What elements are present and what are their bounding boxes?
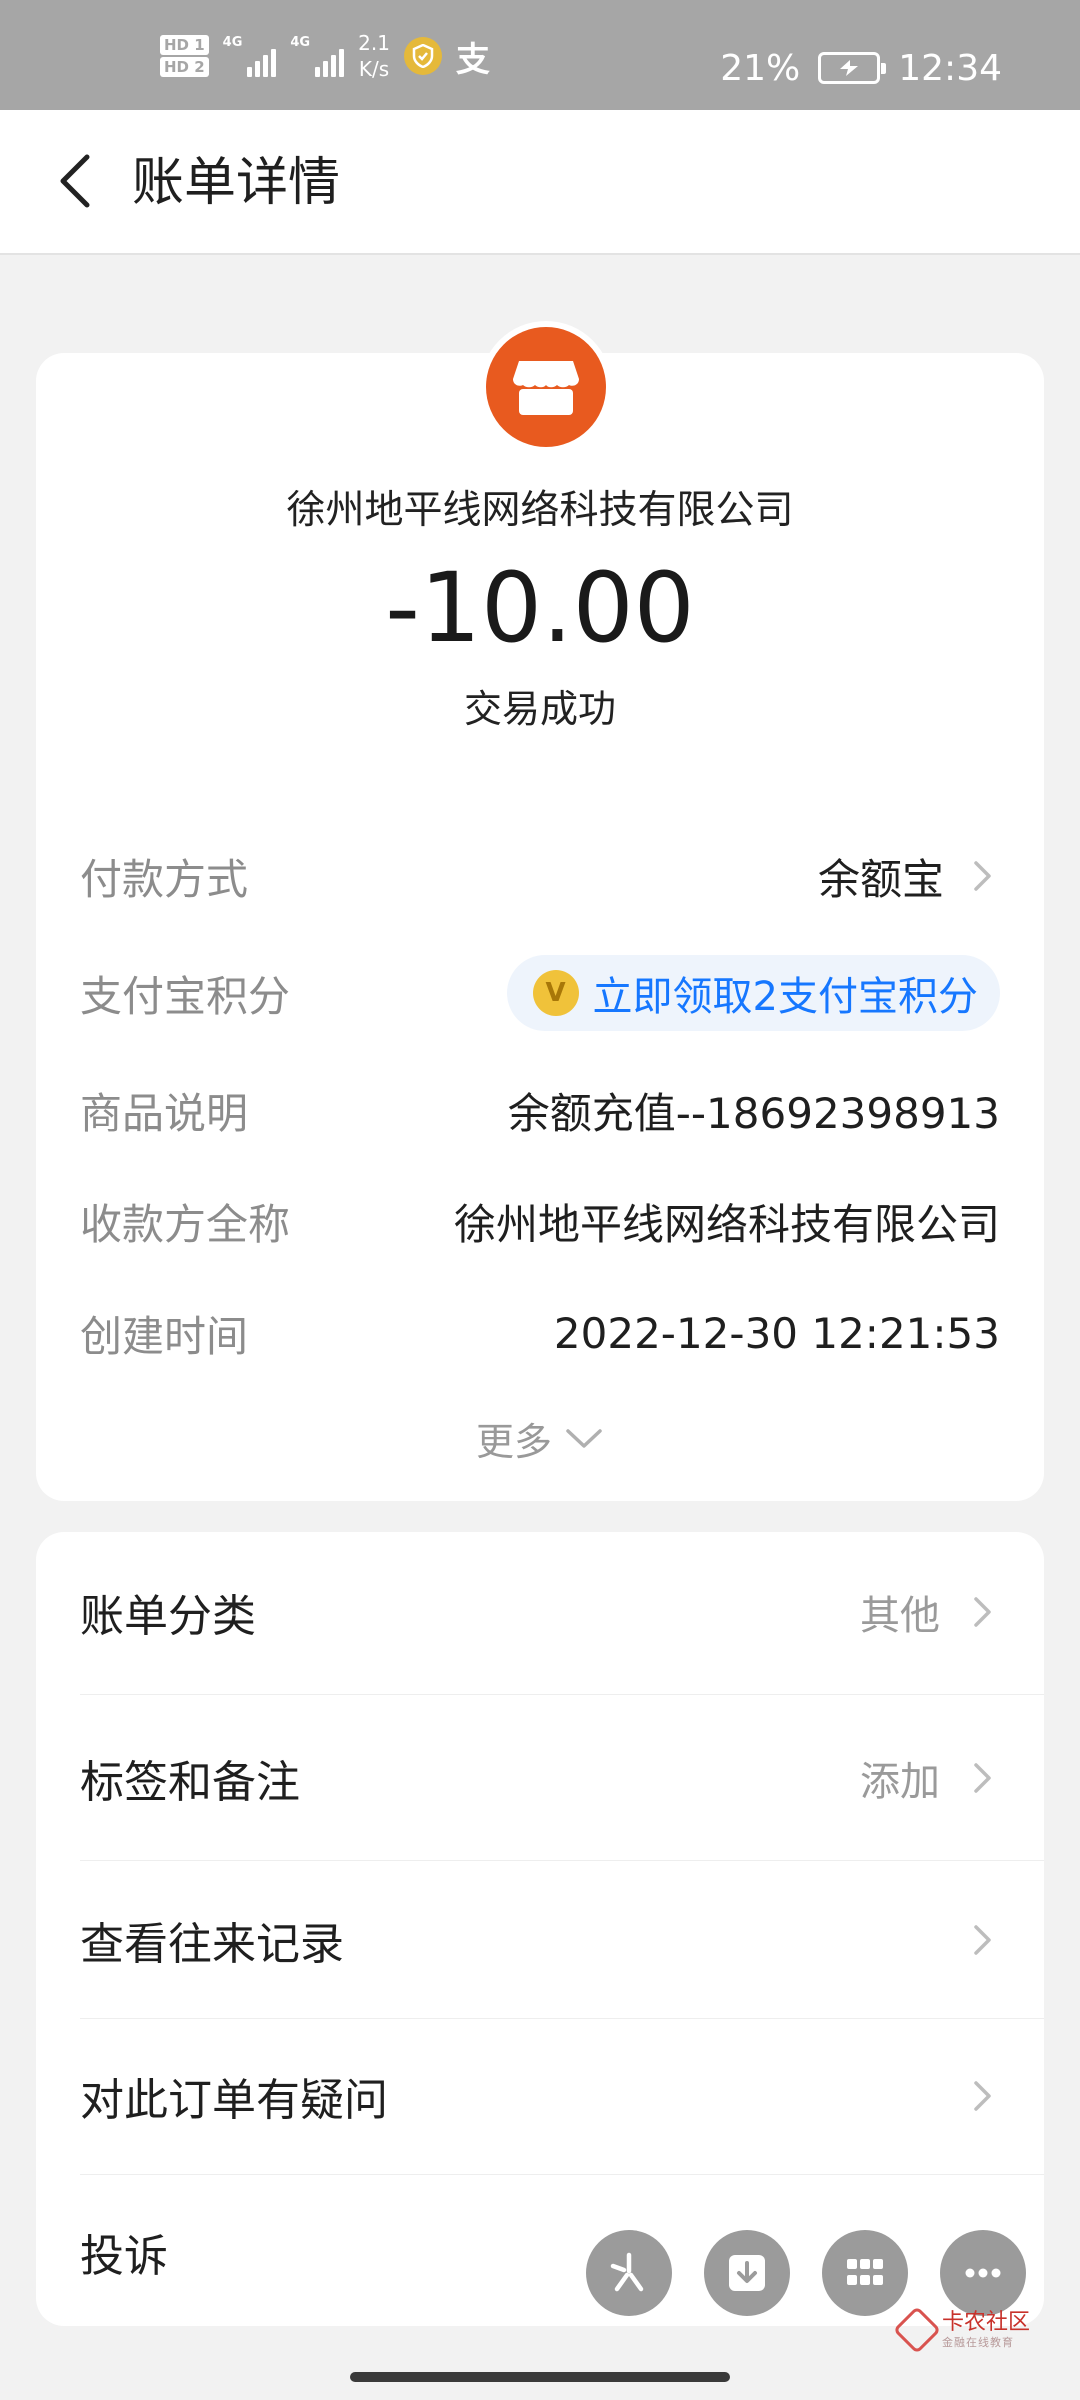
clock: 12:34 xyxy=(898,47,1002,89)
merchant-logo xyxy=(480,321,612,453)
security-shield-icon xyxy=(403,37,442,75)
created-time-row: 创建时间 2022-12-30 12:21:53 xyxy=(80,1298,1000,1368)
tags-notes-label: 标签和备注 xyxy=(80,1757,300,1808)
bill-category-value: 其他 xyxy=(860,1593,940,1639)
payee-fullname-label: 收款方全称 xyxy=(80,1199,291,1249)
sparkle-icon xyxy=(610,2252,644,2292)
nav-bar: 账单详情 xyxy=(0,110,1080,255)
sim2-network: 4G xyxy=(290,35,311,50)
created-time-value: 2022-12-30 12:21:53 xyxy=(553,1308,1000,1358)
hd2-badge: HD 2 xyxy=(160,57,209,77)
signal-sim1-icon: 4G xyxy=(223,35,277,77)
network-speed-value: 2.1 xyxy=(358,31,390,55)
status-bar-right: 21% 12:34 xyxy=(720,44,1002,92)
download-fab-button[interactable] xyxy=(704,2230,790,2316)
bill-category-label: 账单分类 xyxy=(80,1591,256,1642)
transaction-history-row[interactable]: 查看往来记录 xyxy=(80,1890,1000,1990)
payment-method-row[interactable]: 付款方式 余额宝 xyxy=(80,841,1000,911)
chevron-right-icon xyxy=(974,2081,991,2111)
claim-points-label: 立即领取2支付宝积分 xyxy=(592,974,978,1020)
chevron-right-icon xyxy=(974,861,991,891)
payee-fullname-value: 徐州地平线网络科技有限公司 xyxy=(453,1199,1000,1249)
hd-indicators: HD 1 HD 2 xyxy=(160,35,209,77)
created-time-label: 创建时间 xyxy=(80,1311,249,1361)
network-speed: 2.1 K/s xyxy=(358,30,390,82)
points-coin-icon: V xyxy=(532,970,579,1016)
network-speed-unit: K/s xyxy=(358,57,390,81)
watermark: 卡农社区 金融在线教育 xyxy=(892,2305,1031,2355)
download-icon xyxy=(729,2255,765,2291)
page-title: 账单详情 xyxy=(132,153,341,213)
order-question-row[interactable]: 对此订单有疑问 xyxy=(80,2046,1000,2146)
sim1-network: 4G xyxy=(222,35,243,50)
storefront-icon xyxy=(486,327,606,447)
battery-percent: 21% xyxy=(720,47,801,89)
transaction-amount: -10.00 xyxy=(385,552,695,664)
divider xyxy=(80,2174,1044,2175)
status-bar-left: HD 1 HD 2 4G 4G 2.1 K/s 支 xyxy=(160,30,490,82)
more-toggle[interactable]: 更多 xyxy=(36,1411,1044,1466)
product-description-value: 余额充值--18692398913 xyxy=(507,1088,1000,1138)
home-indicator[interactable] xyxy=(350,2372,730,2382)
watermark-logo-icon xyxy=(892,2305,942,2355)
grid-fab-button[interactable] xyxy=(822,2230,908,2316)
back-button[interactable] xyxy=(40,146,110,216)
alipay-points-label: 支付宝积分 xyxy=(80,971,291,1021)
divider xyxy=(80,1860,1044,1861)
merchant-name: 徐州地平线网络科技有限公司 xyxy=(286,488,794,533)
chevron-right-icon xyxy=(974,1597,991,1627)
payment-method-value: 余额宝 xyxy=(817,854,944,904)
points-coin-glyph: V xyxy=(545,978,566,1008)
tags-notes-value: 添加 xyxy=(860,1759,940,1805)
battery-charging-icon xyxy=(818,52,887,84)
product-description-label: 商品说明 xyxy=(80,1088,249,1138)
bill-category-row[interactable]: 账单分类 其他 xyxy=(80,1562,1000,1662)
alipay-points-row: 支付宝积分 V 立即领取2支付宝积分 xyxy=(80,955,1000,1031)
watermark-name: 卡农社区 xyxy=(942,2310,1031,2335)
transaction-status: 交易成功 xyxy=(463,687,616,731)
alipay-notification-icon: 支 xyxy=(455,39,490,80)
chevron-right-icon xyxy=(974,1763,991,1793)
chevron-left-icon xyxy=(60,154,90,208)
more-fab-button[interactable] xyxy=(940,2230,1026,2316)
bill-actions-card: 账单分类 其他 标签和备注 添加 查看往来记录 对此订单有疑问 投诉 xyxy=(36,1532,1044,2326)
divider xyxy=(80,1694,1044,1695)
watermark-subtitle: 金融在线教育 xyxy=(942,2336,1014,2349)
order-question-label: 对此订单有疑问 xyxy=(80,2075,388,2126)
bill-detail-card: 徐州地平线网络科技有限公司 -10.00 交易成功 付款方式 余额宝 支付宝积分… xyxy=(36,321,1044,1501)
more-icon xyxy=(965,2268,1001,2278)
claim-points-button[interactable]: V 立即领取2支付宝积分 xyxy=(506,955,1000,1031)
complaint-label: 投诉 xyxy=(80,2231,168,2282)
divider xyxy=(80,2018,1044,2019)
grid-icon xyxy=(847,2259,883,2285)
transaction-history-label: 查看往来记录 xyxy=(80,1919,344,1970)
hd1-badge: HD 1 xyxy=(160,35,209,55)
chevron-down-icon xyxy=(566,1428,602,1448)
signal-sim2-icon: 4G xyxy=(290,35,345,77)
chevron-right-icon xyxy=(974,1925,991,1955)
more-label: 更多 xyxy=(475,1420,552,1464)
status-bar: HD 1 HD 2 4G 4G 2.1 K/s 支 21% 12:34 xyxy=(0,0,1080,110)
payee-fullname-row: 收款方全称 徐州地平线网络科技有限公司 xyxy=(80,1186,1000,1256)
sparkle-fab-button[interactable] xyxy=(586,2230,672,2316)
payment-method-label: 付款方式 xyxy=(80,854,249,904)
tags-notes-row[interactable]: 标签和备注 添加 xyxy=(80,1728,1000,1828)
product-description-row: 商品说明 余额充值--18692398913 xyxy=(80,1075,1000,1145)
